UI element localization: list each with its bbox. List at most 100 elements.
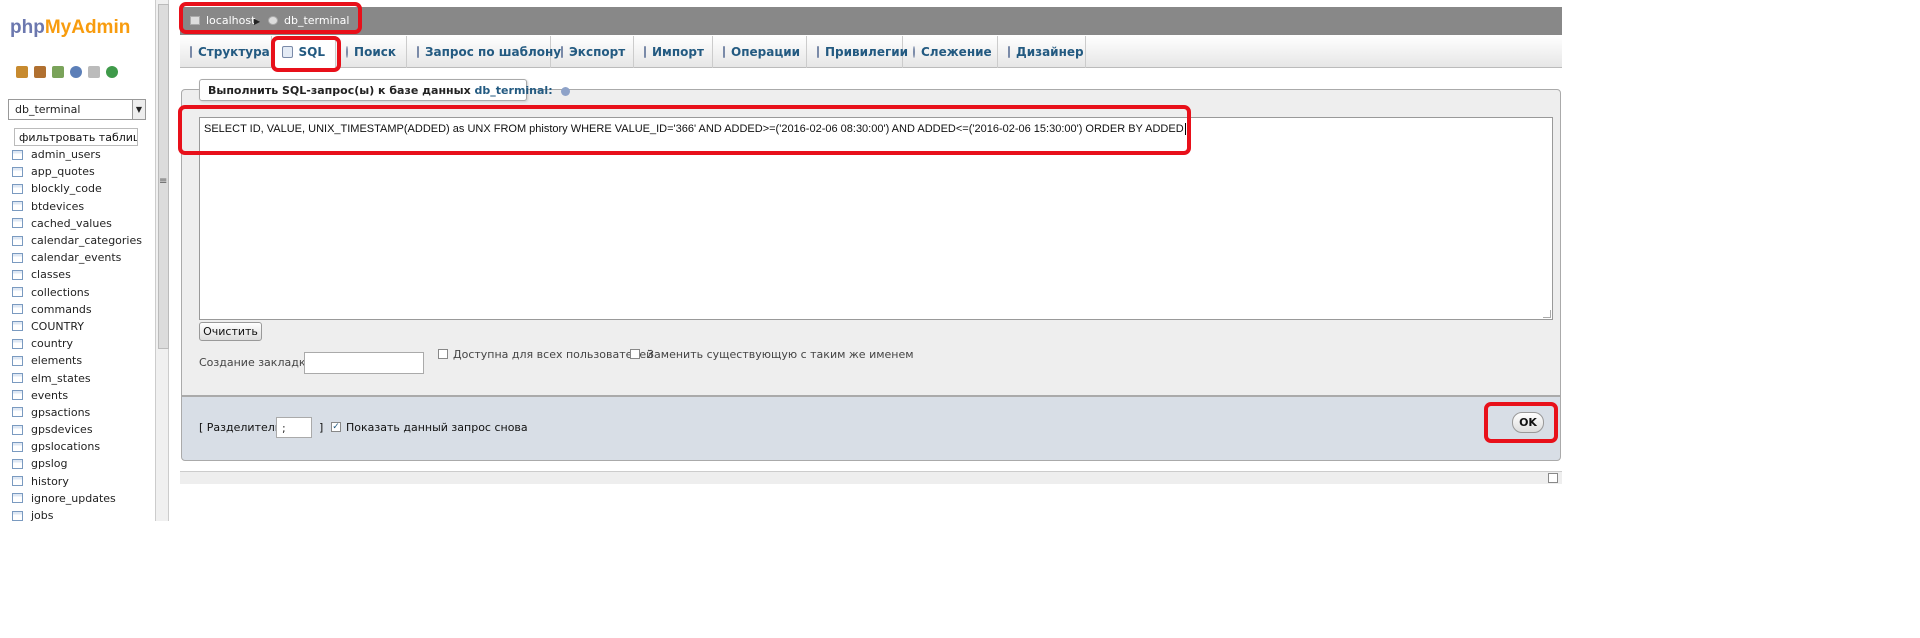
table-icon[interactable] <box>12 441 23 452</box>
table-list-item[interactable]: commands <box>12 301 142 318</box>
reload-icon[interactable] <box>106 66 118 78</box>
table-icon[interactable] <box>12 321 23 332</box>
table-icon[interactable] <box>12 373 23 384</box>
table-name[interactable]: btdevices <box>31 200 84 213</box>
table-icon[interactable] <box>12 458 23 469</box>
docs-icon[interactable] <box>70 66 82 78</box>
table-list-item[interactable]: gpsdevices <box>12 421 142 438</box>
table-icon[interactable] <box>12 338 23 349</box>
show-query-checkbox[interactable]: ✓ <box>331 422 341 432</box>
table-list-item[interactable]: events <box>12 387 142 404</box>
replace-bookmark-checkbox[interactable] <box>630 349 640 359</box>
table-icon[interactable] <box>12 166 23 177</box>
tab-query-by-example[interactable]: Запрос по шаблону <box>407 36 561 68</box>
help-icon[interactable] <box>561 86 571 96</box>
clear-button[interactable]: Очистить <box>199 322 262 341</box>
copy-icon[interactable] <box>88 66 100 78</box>
database-select[interactable]: db_terminal ▼ <box>8 99 146 120</box>
table-icon[interactable] <box>12 304 23 315</box>
legend-database-link[interactable]: db_terminal: <box>475 84 553 97</box>
table-list-item[interactable]: cached_values <box>12 215 142 232</box>
table-name[interactable]: history <box>31 475 69 488</box>
tab-privileges[interactable]: Привилегии <box>807 36 908 68</box>
console-icon[interactable] <box>1548 473 1558 483</box>
table-list-item[interactable]: calendar_categories <box>12 232 142 249</box>
table-name[interactable]: gpsdevices <box>31 423 93 436</box>
table-name[interactable]: gpsactions <box>31 406 90 419</box>
table-list-item[interactable]: gpslog <box>12 455 142 472</box>
table-name[interactable]: elm_states <box>31 372 91 385</box>
table-list-item[interactable]: collections <box>12 284 142 301</box>
tab-structure[interactable]: Структура <box>180 36 272 68</box>
home-icon[interactable] <box>16 66 28 78</box>
table-icon[interactable] <box>12 493 23 504</box>
tab-operations[interactable]: Операции <box>713 36 807 68</box>
tab-export[interactable]: Экспорт <box>551 36 634 68</box>
table-list-item[interactable]: classes <box>12 266 142 283</box>
chevron-down-icon[interactable]: ▼ <box>132 100 145 119</box>
table-icon[interactable] <box>12 424 23 435</box>
table-name[interactable]: blockly_code <box>31 182 102 195</box>
table-name[interactable]: app_quotes <box>31 165 95 178</box>
sql-query-textarea[interactable]: SELECT ID, VALUE, UNIX_TIMESTAMP(ADDED) … <box>199 117 1553 320</box>
exit-icon[interactable] <box>34 66 46 78</box>
table-name[interactable]: elements <box>31 354 82 367</box>
table-icon[interactable] <box>12 390 23 401</box>
tab-designer[interactable]: Дизайнер <box>998 36 1086 68</box>
table-list-item[interactable]: jobs <box>12 507 142 524</box>
table-name[interactable]: calendar_events <box>31 251 121 264</box>
table-name[interactable]: jobs <box>31 509 54 522</box>
table-icon[interactable] <box>12 269 23 280</box>
table-name[interactable]: classes <box>31 268 71 281</box>
table-name[interactable]: gpslocations <box>31 440 100 453</box>
panel-scrollbar[interactable]: ≡ <box>156 0 169 521</box>
resize-handle-icon[interactable] <box>1543 310 1551 318</box>
table-list-item[interactable]: admin_users <box>12 146 142 163</box>
table-list-item[interactable]: elm_states <box>12 369 142 386</box>
table-icon[interactable] <box>12 252 23 263</box>
table-list-item[interactable]: calendar_events <box>12 249 142 266</box>
query-window-icon[interactable] <box>52 66 64 78</box>
table-icon[interactable] <box>12 287 23 298</box>
table-list-item[interactable]: gpsactions <box>12 404 142 421</box>
tab-search[interactable]: Поиск <box>336 36 407 68</box>
table-list-item[interactable]: elements <box>12 352 142 369</box>
table-icon[interactable] <box>12 235 23 246</box>
table-list-item[interactable]: app_quotes <box>12 163 142 180</box>
table-filter-input[interactable]: фильтровать таблицы по имени <box>14 128 138 146</box>
resize-grip-icon[interactable]: ≡ <box>159 176 167 187</box>
phpmyadmin-logo[interactable]: phpMyAdmin <box>10 17 130 39</box>
table-name[interactable]: admin_users <box>31 148 101 161</box>
breadcrumb-server[interactable]: localhost <box>190 14 255 27</box>
table-name[interactable]: events <box>31 389 68 402</box>
delimiter-input[interactable]: ; <box>276 417 312 438</box>
bookmark-input[interactable] <box>304 352 424 374</box>
table-icon[interactable] <box>12 149 23 160</box>
table-icon[interactable] <box>12 510 23 521</box>
table-list-item[interactable]: gpslocations <box>12 438 142 455</box>
ok-button[interactable]: OK <box>1512 412 1544 433</box>
table-name[interactable]: country <box>31 337 73 350</box>
tab-sql[interactable]: SQL <box>272 36 336 68</box>
table-icon[interactable] <box>12 355 23 366</box>
tab-import[interactable]: Импорт <box>634 36 713 68</box>
public-bookmark-checkbox[interactable] <box>438 349 448 359</box>
table-list-item[interactable]: COUNTRY <box>12 318 142 335</box>
table-icon[interactable] <box>12 407 23 418</box>
table-name[interactable]: commands <box>31 303 92 316</box>
table-list-item[interactable]: ignore_updates <box>12 490 142 507</box>
tab-tracking[interactable]: Слежение <box>903 36 998 68</box>
table-name[interactable]: COUNTRY <box>31 320 84 333</box>
table-name[interactable]: ignore_updates <box>31 492 116 505</box>
table-name[interactable]: cached_values <box>31 217 112 230</box>
table-list-item[interactable]: btdevices <box>12 198 142 215</box>
table-list-item[interactable]: country <box>12 335 142 352</box>
table-list-item[interactable]: blockly_code <box>12 180 142 197</box>
breadcrumb-database[interactable]: db_terminal <box>268 14 349 27</box>
table-icon[interactable] <box>12 183 23 194</box>
table-icon[interactable] <box>12 218 23 229</box>
table-name[interactable]: collections <box>31 286 90 299</box>
table-icon[interactable] <box>12 476 23 487</box>
table-icon[interactable] <box>12 201 23 212</box>
table-name[interactable]: calendar_categories <box>31 234 142 247</box>
